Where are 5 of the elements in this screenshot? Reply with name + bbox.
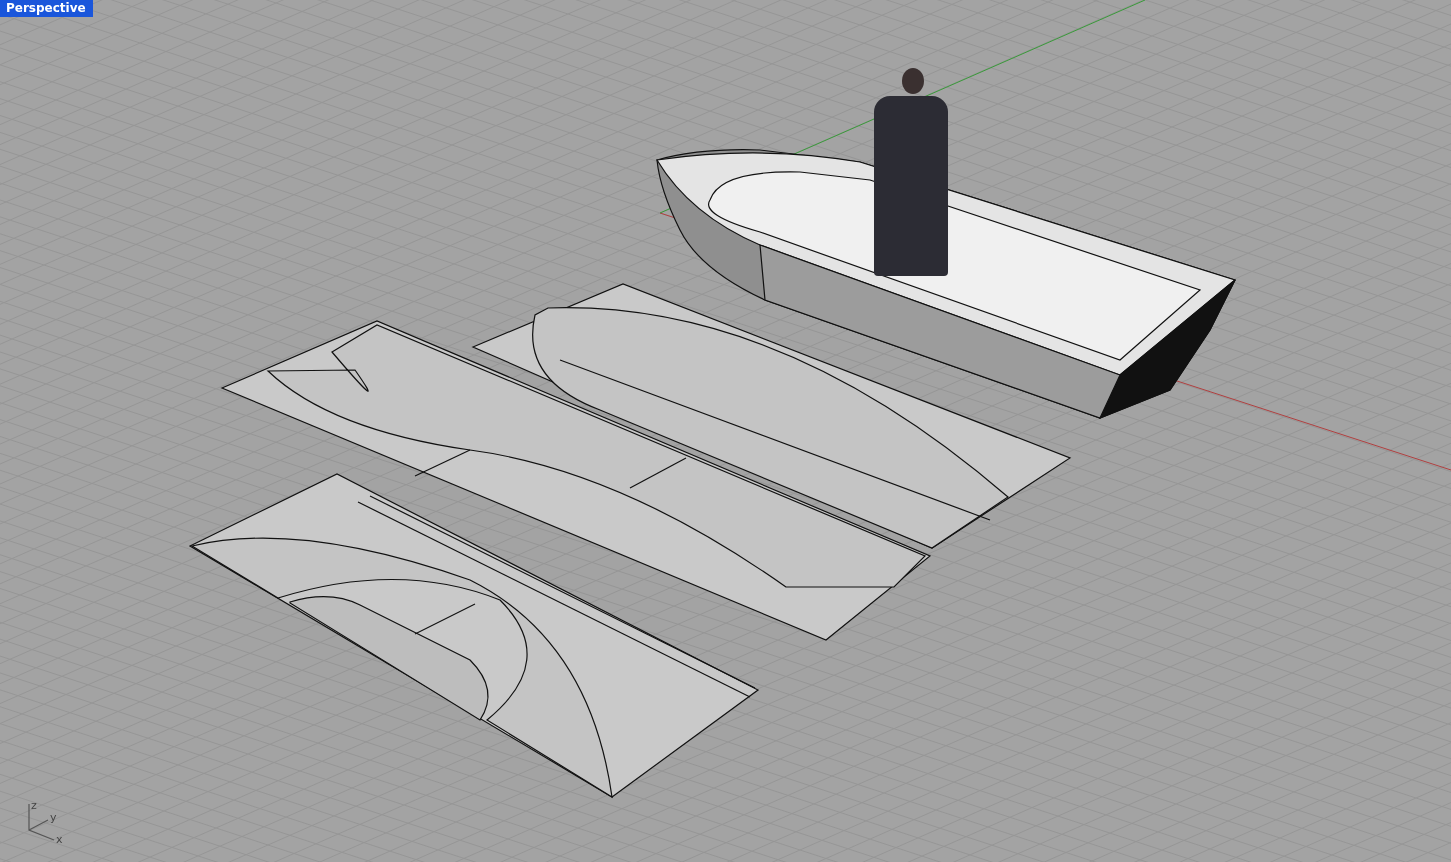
axis-label: y — [50, 812, 57, 823]
viewport-title[interactable]: Perspective — [0, 0, 93, 17]
axis-label: z — [31, 800, 37, 811]
axis-label: x — [56, 834, 63, 845]
axis-gizmo-icon — [26, 802, 56, 842]
